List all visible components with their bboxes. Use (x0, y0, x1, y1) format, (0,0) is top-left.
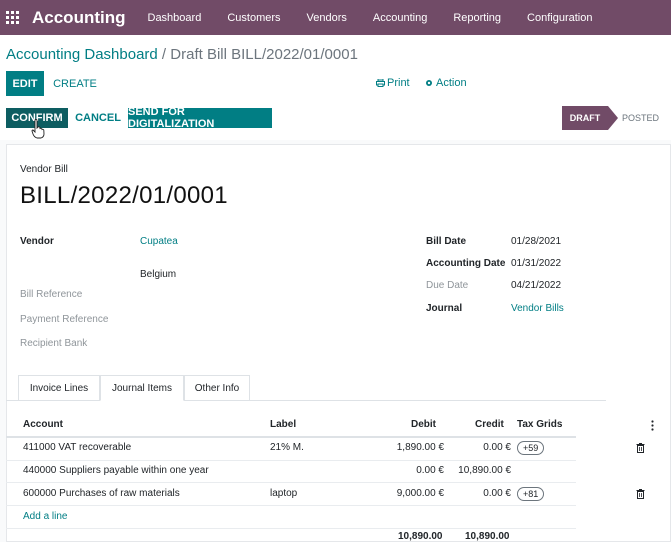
due-date-label: Due Date (426, 280, 469, 291)
bill-date-label: Bill Date (426, 236, 467, 247)
bill-date-value[interactable]: 01/28/2021 (511, 236, 561, 247)
table-row-credit[interactable]: 0.00 € (440, 488, 511, 499)
breadcrumb-separator: / (157, 46, 171, 63)
row-divider (6, 505, 576, 506)
add-line-link[interactable]: Add a line (23, 511, 67, 522)
accounting-date-value[interactable]: 01/31/2022 (511, 258, 561, 269)
trash-icon[interactable] (636, 443, 645, 453)
col-credit[interactable]: Credit (475, 419, 504, 430)
tax-grid-tag[interactable]: +59 (517, 441, 545, 455)
top-navbar: Accounting Dashboard Customers Vendors A… (0, 0, 671, 35)
table-row-debit[interactable]: 9,000.00 € (360, 488, 444, 499)
col-label[interactable]: Label (270, 419, 296, 430)
create-button[interactable]: CREATE (50, 71, 100, 96)
table-row-label[interactable]: laptop (270, 488, 297, 499)
edit-button[interactable]: EDIT (6, 71, 44, 96)
col-account[interactable]: Account (23, 419, 63, 430)
journal-label: Journal (426, 303, 463, 314)
nav-configuration[interactable]: Configuration (527, 12, 592, 24)
recipient-bank-label: Recipient Bank (20, 338, 88, 349)
table-row-credit[interactable]: 10,890.00 € (440, 465, 511, 476)
nav-dashboard[interactable]: Dashboard (148, 12, 202, 24)
status-posted[interactable]: POSTED (622, 106, 659, 130)
table-row-label[interactable]: 21% M. (270, 442, 304, 453)
journal-link[interactable]: Vendor Bills (511, 303, 564, 314)
breadcrumb: Accounting Dashboard / Draft Bill BILL/2… (6, 46, 358, 63)
col-tax-grids[interactable]: Tax Grids (517, 419, 562, 430)
cancel-button[interactable]: CANCEL (74, 108, 122, 128)
status-draft[interactable]: DRAFT (562, 106, 608, 130)
table-row-account[interactable]: 440000 Suppliers payable within one year (23, 465, 209, 476)
payment-reference-label: Payment Reference (20, 314, 109, 325)
total-debit: 10,890.00 (398, 531, 443, 542)
row-divider (6, 482, 576, 483)
send-for-digitalization-button[interactable]: SEND FOR DIGITALIZATION (128, 106, 272, 130)
apps-grid-icon[interactable] (6, 10, 20, 25)
hand-cursor-icon (31, 119, 45, 139)
tax-grid-tag[interactable]: +81 (517, 487, 545, 501)
tab-invoice-lines[interactable]: Invoice Lines (18, 375, 100, 401)
table-row-debit[interactable]: 0.00 € (360, 465, 444, 476)
row-divider (6, 528, 576, 529)
row-divider (6, 460, 576, 461)
print-label: Print (387, 77, 410, 89)
nav-accounting[interactable]: Accounting (373, 12, 427, 24)
table-row-credit[interactable]: 0.00 € (440, 442, 511, 453)
vendor-name-link[interactable]: Cupatea (140, 236, 178, 247)
gear-icon (426, 80, 432, 86)
bill-reference-label: Bill Reference (20, 289, 83, 300)
vendor-label: Vendor (20, 236, 54, 247)
breadcrumb-parent-link[interactable]: Accounting Dashboard (6, 46, 158, 63)
nav-vendors[interactable]: Vendors (307, 12, 347, 24)
document-type-label: Vendor Bill (20, 164, 68, 175)
table-row-debit[interactable]: 1,890.00 € (360, 442, 444, 453)
action-button[interactable]: Action (425, 77, 467, 89)
trash-icon[interactable] (636, 489, 645, 499)
table-header-divider (6, 436, 576, 438)
print-icon (376, 78, 385, 87)
total-credit: 10,890.00 (465, 531, 510, 542)
table-row-account[interactable]: 411000 VAT recoverable (23, 442, 131, 453)
due-date-value[interactable]: 04/21/2022 (511, 280, 561, 291)
vendor-country: Belgium (140, 269, 177, 280)
tab-other-info[interactable]: Other Info (184, 375, 250, 401)
table-row-account[interactable]: 600000 Purchases of raw materials (23, 488, 180, 499)
accounting-date-label: Accounting Date (426, 258, 506, 269)
breadcrumb-current: Draft Bill BILL/2022/01/0001 (170, 46, 358, 63)
action-label: Action (436, 77, 467, 89)
bill-number: BILL/2022/01/0001 (20, 182, 228, 209)
column-options-icon[interactable] (651, 420, 654, 431)
print-button[interactable]: Print (376, 77, 410, 89)
col-debit[interactable]: Debit (411, 419, 436, 430)
nav-reporting[interactable]: Reporting (453, 12, 501, 24)
nav-customers[interactable]: Customers (227, 12, 280, 24)
app-title[interactable]: Accounting (32, 8, 126, 28)
tab-journal-items[interactable]: Journal Items (100, 375, 184, 401)
status-arrow (608, 106, 618, 130)
